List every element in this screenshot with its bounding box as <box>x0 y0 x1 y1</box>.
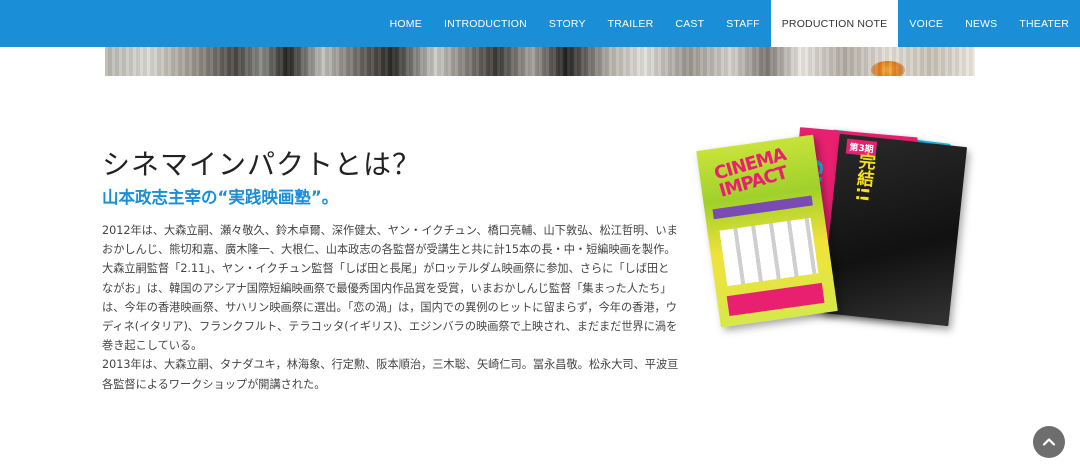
top-navbar: HOME INTRODUCTION STORY TRAILER CAST STA… <box>0 0 1080 47</box>
poster-green: CINEMA IMPACT <box>696 134 838 328</box>
body-paragraph-2013: 2013年は、大森立嗣、タナダユキ，林海象、行定勲、阪本順治，三木聡、矢崎仁司。… <box>102 358 679 391</box>
nav-item-news[interactable]: NEWS <box>954 0 1008 47</box>
nav-item-production-note[interactable]: PRODUCTION NOTE <box>770 0 899 47</box>
chevron-up-icon <box>1042 438 1056 446</box>
body-paragraph-2012: 2012年は、大森立嗣、瀬々敬久、鈴木卓爾、深作健太、ヤン・イクチュン、橋口亮輔… <box>102 224 678 353</box>
nav-item-theater[interactable]: THEATER <box>1008 0 1080 47</box>
nav-item-introduction[interactable]: INTRODUCTION <box>433 0 538 47</box>
poster-green-footer <box>726 282 825 317</box>
nav-item-cast[interactable]: CAST <box>664 0 715 47</box>
poster-green-photos <box>719 217 819 287</box>
main-nav: HOME INTRODUCTION STORY TRAILER CAST STA… <box>379 0 1080 47</box>
nav-item-home[interactable]: HOME <box>379 0 433 47</box>
nav-item-staff[interactable]: STAFF <box>715 0 770 47</box>
poster-dark: 第3期 完結!! <box>820 133 968 327</box>
section-body: 2012年は、大森立嗣、瀬々敬久、鈴木卓爾、深作健太、ヤン・イクチュン、橋口亮輔… <box>102 221 680 394</box>
posters-image: CINEMA 第3期 完結!! CINEMA IMPACT <box>696 127 980 333</box>
poster-green-title: CINEMA IMPACT <box>711 144 790 202</box>
hero-photo-detail <box>871 61 905 76</box>
nav-item-trailer[interactable]: TRAILER <box>597 0 665 47</box>
poster-dark-title: 完結!! <box>850 151 876 203</box>
section-title: シネマインパクトとは？ <box>102 148 422 181</box>
hero-photo <box>105 47 975 76</box>
section-subtitle: 山本政志主宰の“実践映画塾”。 <box>102 188 339 207</box>
nav-item-voice[interactable]: VOICE <box>898 0 954 47</box>
nav-item-story[interactable]: STORY <box>538 0 597 47</box>
back-to-top-button[interactable] <box>1033 426 1065 458</box>
